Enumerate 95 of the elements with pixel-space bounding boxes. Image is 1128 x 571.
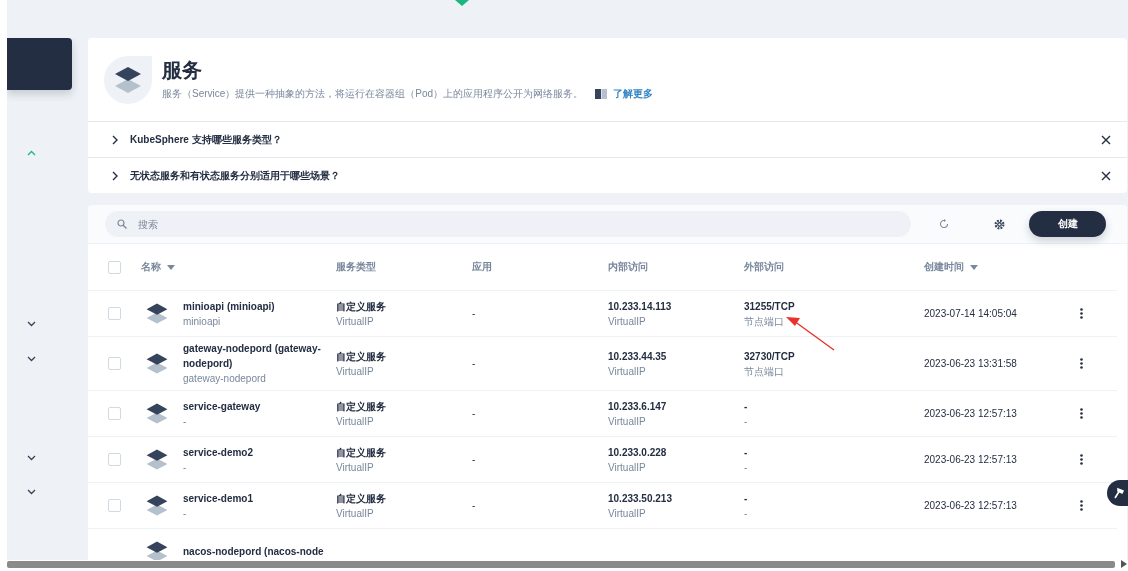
column-header[interactable]: 创建时间 — [924, 260, 964, 274]
created-time: 2023-06-23 13:31:58 — [924, 358, 1018, 369]
service-subtype: VirtualIP — [336, 414, 375, 429]
search-field[interactable]: 搜索 — [105, 211, 911, 237]
external-port: 31255/TCP — [744, 299, 796, 314]
sort-caret-icon[interactable] — [970, 264, 978, 270]
chevron-down-icon[interactable] — [27, 455, 36, 461]
checkbox[interactable] — [108, 499, 121, 512]
create-button[interactable]: 创建 — [1029, 211, 1106, 237]
sidebar-panel — [7, 38, 72, 90]
book-icon — [595, 88, 608, 99]
more-icon[interactable] — [1080, 408, 1083, 419]
service-alias: - — [183, 506, 188, 521]
page-title: 服务 — [162, 58, 203, 81]
chevron-right-icon[interactable] — [112, 134, 118, 145]
access-mode: 节点端口 — [744, 314, 785, 329]
column-header: 服务类型 — [336, 260, 376, 274]
faq-question[interactable]: KubeSphere 支持哪些服务类型？ — [130, 132, 282, 147]
service-alias: minioapi — [183, 314, 222, 329]
external-port: - — [744, 445, 749, 460]
settings-icon[interactable] — [994, 218, 1005, 230]
more-icon[interactable] — [1080, 454, 1083, 465]
chevron-down-icon[interactable] — [27, 321, 36, 327]
created-time: 2023-07-14 14:05:04 — [924, 308, 1018, 319]
service-subtype: VirtualIP — [336, 314, 375, 329]
column-header: 内部访问 — [608, 260, 648, 274]
scroll-right-icon[interactable] — [1121, 560, 1127, 568]
service-name[interactable]: gateway-nodepord (gateway-nodepord) — [183, 341, 336, 371]
external-port: - — [744, 491, 749, 506]
external-port: - — [744, 399, 749, 414]
service-type: 自定义服务 — [336, 399, 387, 414]
access-mode: VirtualIP — [608, 414, 647, 429]
checkbox[interactable] — [108, 307, 121, 320]
column-header: 应用 — [472, 260, 492, 274]
checkbox[interactable] — [108, 407, 121, 420]
service-name[interactable]: minioapi (minioapi) — [183, 298, 336, 314]
more-icon[interactable] — [1080, 308, 1083, 319]
app-value: - — [472, 500, 477, 511]
chevron-down-icon[interactable] — [27, 489, 36, 495]
internal-address: 10.233.0.228 — [608, 445, 668, 460]
service-subtype: VirtualIP — [336, 506, 375, 521]
service-subtype: VirtualIP — [336, 460, 375, 475]
internal-address: 10.233.44.35 — [608, 349, 668, 364]
access-mode: - — [744, 460, 749, 475]
service-subtype: VirtualIP — [336, 364, 375, 379]
scrollbar-thumb[interactable] — [7, 560, 1115, 568]
access-mode: VirtualIP — [608, 506, 647, 521]
app-value: - — [472, 308, 477, 319]
access-mode: - — [744, 506, 749, 521]
app-value: - — [472, 358, 477, 369]
close-icon[interactable] — [1101, 170, 1111, 181]
chevron-down-icon[interactable] — [27, 356, 36, 362]
internal-address: 10.233.6.147 — [608, 399, 668, 414]
created-time: 2023-06-23 12:57:13 — [924, 454, 1018, 465]
service-alias: - — [183, 414, 188, 429]
service-type: 自定义服务 — [336, 491, 387, 506]
service-alias: gateway-nodepord — [183, 372, 267, 386]
internal-address: 10.233.50.213 — [608, 491, 673, 506]
chevron-right-icon[interactable] — [112, 170, 118, 181]
checkbox[interactable] — [108, 357, 121, 370]
more-icon[interactable] — [1080, 500, 1083, 511]
access-mode: VirtualIP — [608, 314, 647, 329]
layers-icon — [104, 55, 152, 104]
learn-more-link[interactable]: 了解更多 — [613, 86, 654, 101]
refresh-icon[interactable] — [939, 219, 949, 229]
column-header: 外部访问 — [744, 260, 784, 274]
service-name[interactable]: service-demo1 — [183, 490, 336, 506]
hammer-icon — [1111, 487, 1124, 499]
column-header[interactable]: 名称 — [141, 260, 161, 274]
created-time: 2023-06-23 12:57:13 — [924, 500, 1018, 511]
logo-icon — [455, 0, 469, 6]
service-name[interactable]: service-demo2 — [183, 444, 336, 460]
service-type: 自定义服务 — [336, 445, 387, 460]
service-name[interactable]: nacos-nodepord (nacos-node — [183, 544, 336, 559]
service-type: 自定义服务 — [336, 299, 387, 314]
created-time: 2023-06-23 12:57:13 — [924, 408, 1018, 419]
service-name[interactable]: service-gateway — [183, 398, 336, 414]
external-port: 32730/TCP — [744, 349, 796, 364]
access-mode: VirtualIP — [608, 364, 647, 379]
service-alias: - — [183, 460, 188, 475]
annotation-arrow — [786, 316, 836, 352]
access-mode: VirtualIP — [608, 460, 647, 475]
service-type: 自定义服务 — [336, 349, 387, 364]
checkbox[interactable] — [108, 260, 121, 274]
internal-address: 10.233.14.113 — [608, 299, 673, 314]
access-mode: - — [744, 414, 749, 429]
app-value: - — [472, 454, 477, 465]
page-description: 服务（Service）提供一种抽象的方法，将运行在容器组（Pod）上的应用程序公开为网络服务。 — [162, 86, 584, 101]
sort-caret-icon[interactable] — [167, 264, 175, 270]
app-value: - — [472, 408, 477, 419]
close-icon[interactable] — [1101, 134, 1111, 145]
more-icon[interactable] — [1080, 358, 1083, 369]
checkbox[interactable] — [108, 453, 121, 466]
faq-question[interactable]: 无状态服务和有状态服务分别适用于哪些场景？ — [130, 168, 340, 183]
access-mode: 节点端口 — [744, 364, 785, 379]
